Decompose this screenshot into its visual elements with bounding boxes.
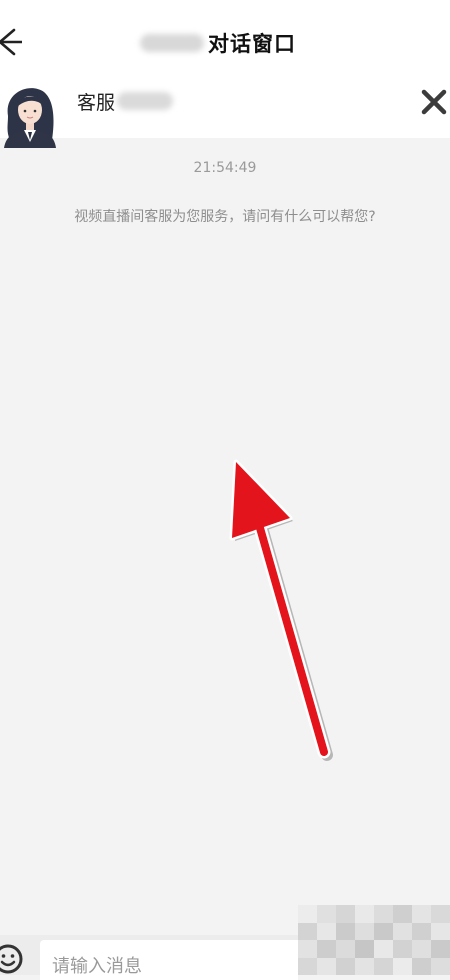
page-title: 对话窗口 (208, 32, 296, 56)
page-title-group: 对话窗口 (140, 26, 296, 60)
emoji-icon[interactable] (0, 943, 24, 975)
message-input[interactable] (40, 940, 298, 980)
redacted-watermark (298, 905, 450, 975)
agent-info-bar (0, 80, 450, 138)
system-welcome-message: 视频直播间客服为您服务，请问有什么可以帮您? (74, 209, 376, 225)
annotation-arrow (229, 459, 333, 761)
redacted-name (140, 34, 204, 52)
agent-avatar (4, 88, 56, 148)
agent-name-group: 客服 (77, 88, 174, 114)
close-icon[interactable] (418, 86, 450, 118)
agent-name: 客服 (77, 91, 116, 114)
back-arrow-icon[interactable] (0, 25, 22, 59)
message-timestamp: 21:54:49 (193, 160, 257, 176)
redacted-agent-id (117, 92, 174, 110)
